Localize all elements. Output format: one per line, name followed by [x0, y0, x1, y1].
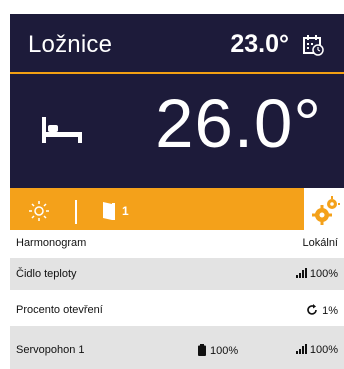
sun-icon — [29, 201, 49, 221]
bed-icon — [42, 117, 82, 143]
sensor-label: Čidlo teploty — [16, 268, 77, 280]
schedule-label: Harmonogram — [16, 237, 87, 249]
calendar-icon[interactable] — [302, 34, 324, 56]
opening-row[interactable]: Procento otevření 1% — [10, 290, 344, 326]
actuator-row[interactable]: Servopohon 1 100% 100% — [10, 326, 344, 369]
top-strip — [0, 0, 344, 14]
status-separator — [75, 200, 77, 224]
open-window-count: 1 — [122, 204, 129, 218]
gear-icon[interactable] — [312, 196, 340, 226]
actuator-battery-value: 100% — [210, 345, 239, 357]
opening-value-group: 1% — [306, 304, 338, 317]
refresh-icon — [307, 304, 317, 315]
room-header: Ložnice 23.0° — [10, 14, 344, 72]
battery-icon — [198, 344, 206, 356]
battery-group: 100% — [198, 344, 238, 357]
schedule-value: Lokální — [302, 237, 338, 249]
sensor-row[interactable]: Čidlo teploty 100% — [10, 258, 344, 290]
door-icon — [103, 202, 115, 220]
schedule-row[interactable]: Harmonogram Lokální — [10, 230, 344, 258]
actuator-signal-value: 100% — [309, 344, 338, 356]
current-temperature: 23.0° — [230, 30, 289, 58]
room-panel[interactable]: Ložnice 23.0° 26.0° — [10, 14, 344, 188]
actuator-signal-group: 100% — [295, 344, 338, 356]
opening-label: Procento otevření — [16, 304, 103, 316]
room-title: Ložnice — [28, 31, 113, 58]
opening-value: 1% — [322, 305, 338, 317]
header-divider — [10, 72, 344, 74]
status-bar: 1 — [10, 188, 304, 234]
sensor-signal-value: 100% — [309, 268, 338, 280]
signal-icon — [295, 344, 307, 354]
actuator-label: Servopohon 1 — [16, 344, 85, 356]
signal-icon — [295, 268, 307, 278]
target-temperature[interactable]: 26.0° — [155, 84, 322, 164]
sensor-value-group: 100% — [295, 268, 338, 280]
settings-area[interactable] — [304, 188, 344, 234]
